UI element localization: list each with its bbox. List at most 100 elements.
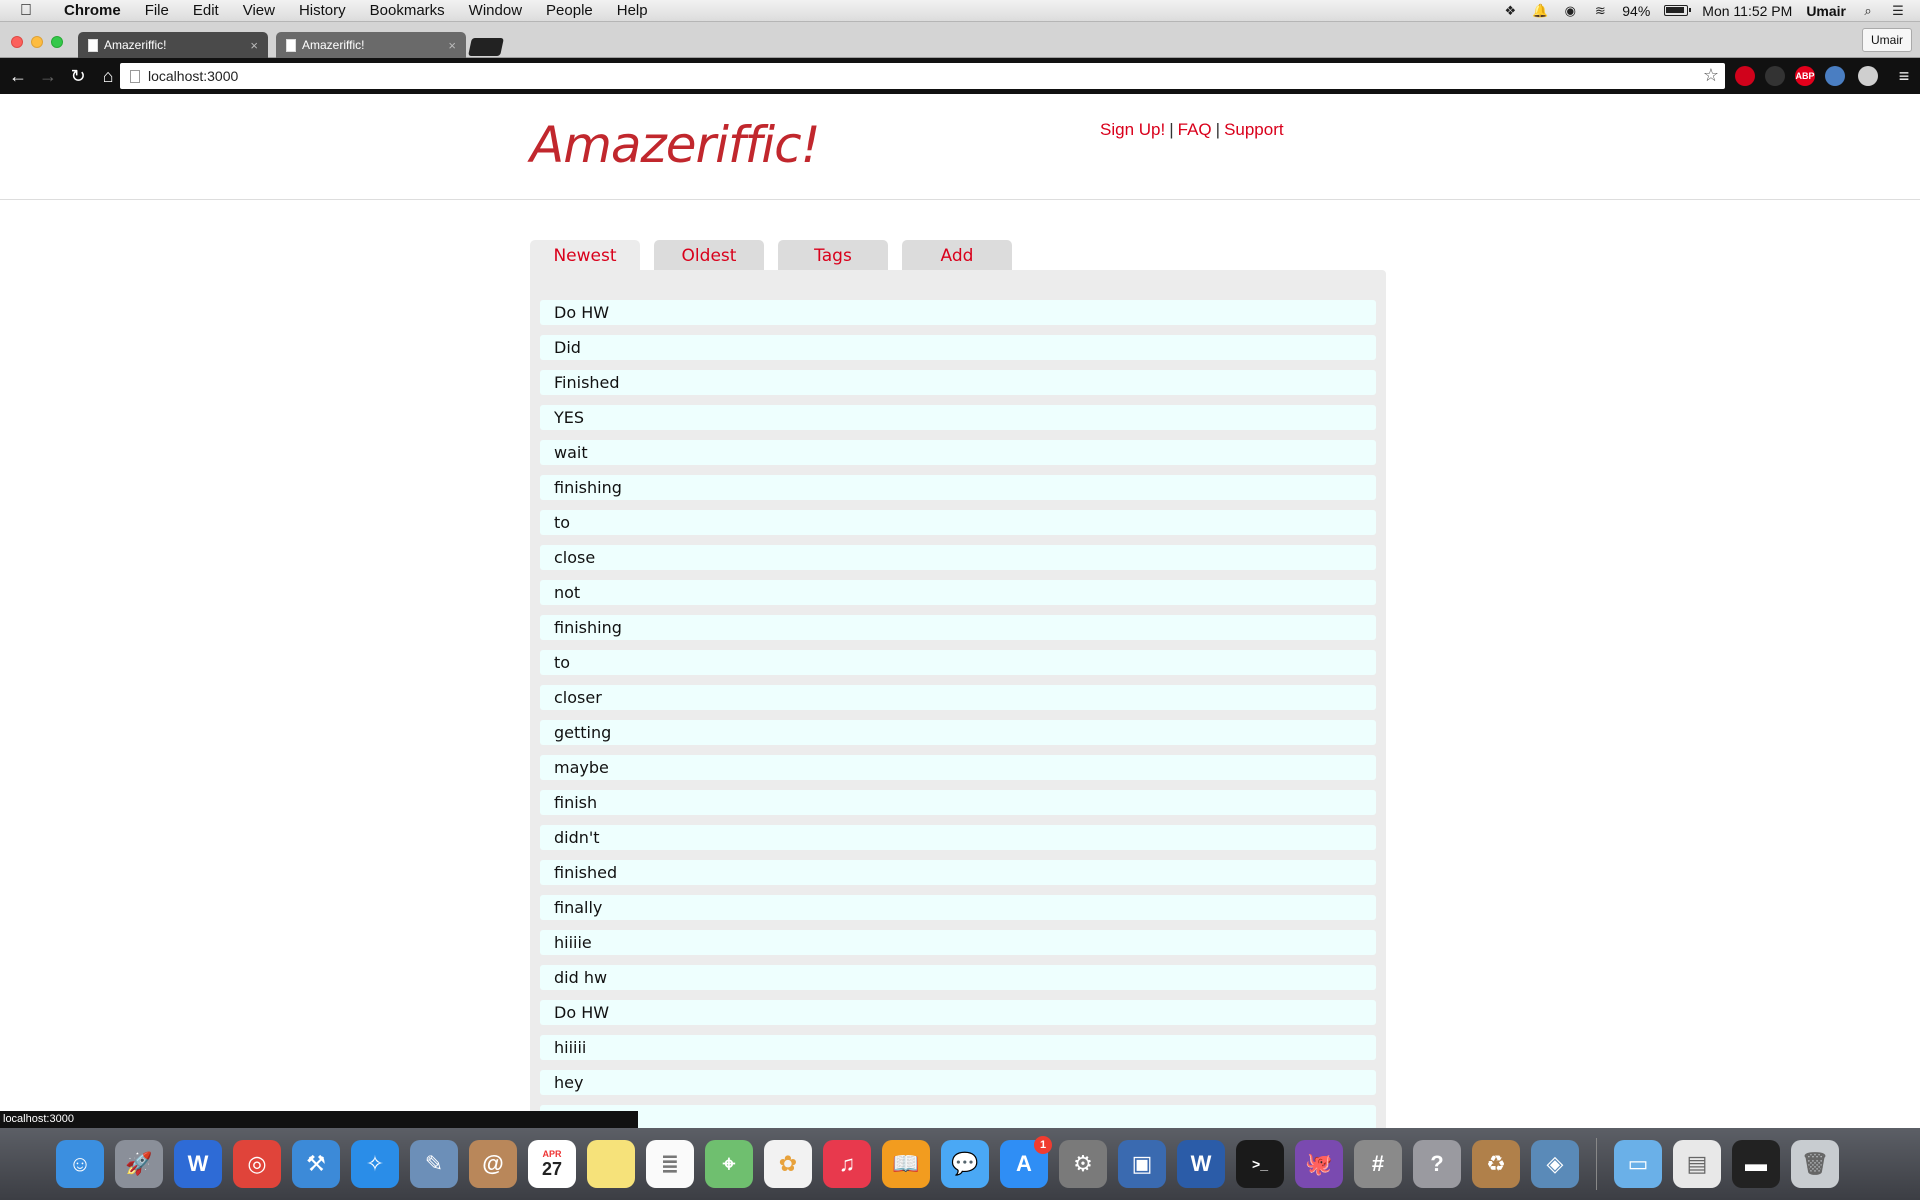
reminders-icon[interactable]: ≣ [646,1140,694,1188]
signup-link[interactable]: Sign Up! [1100,120,1165,139]
calendar-month: APR [542,1148,562,1159]
bookmark-star-icon[interactable]: ☆ [1703,65,1719,86]
list-item: not [540,580,1376,605]
launchpad-icon[interactable]: 🚀 [115,1140,163,1188]
tab-oldest[interactable]: Oldest [654,240,764,270]
abp-icon[interactable]: ABP [1795,66,1815,86]
preview-icon[interactable]: ✎ [410,1140,458,1188]
notification-center-icon[interactable]: ☰ [1890,3,1906,18]
forward-arrow-icon[interactable]: → [36,64,60,88]
tab-tags[interactable]: Tags [778,240,888,270]
safari-icon[interactable]: ✧ [351,1140,399,1188]
support-link[interactable]: Support [1224,120,1284,139]
new-tab-button[interactable] [468,38,504,56]
spotlight-search-icon[interactable]: ⌕ [1860,3,1876,18]
menu-edit[interactable]: Edit [181,2,231,19]
dropbox-icon[interactable]: ❖ [1502,3,1518,18]
tab-newest[interactable]: Newest [530,240,640,270]
adblock-icon[interactable] [1735,66,1755,86]
menu-file[interactable]: File [133,2,181,19]
flash-icon[interactable] [1765,66,1785,86]
list-item: closer [540,685,1376,710]
virtualbox-icon[interactable]: ▣ [1118,1140,1166,1188]
list-item: Do HW [540,300,1376,325]
home-icon[interactable]: ⌂ [96,64,120,88]
site-logo: Amazeriffic! [530,116,821,174]
reload-icon[interactable]: ↻ [66,64,90,88]
evernote-icon[interactable] [1858,66,1878,86]
address-bar[interactable]: localhost:3000 ☆ [120,63,1725,89]
contacts-icon[interactable]: @ [469,1140,517,1188]
help-icon[interactable]: ? [1413,1140,1461,1188]
app-store-icon[interactable]: A1 [1000,1136,1052,1188]
zoom-window-button[interactable] [51,36,63,48]
tab-add[interactable]: Add [902,240,1012,270]
calculator-icon[interactable]: # [1354,1140,1402,1188]
faq-link[interactable]: FAQ [1178,120,1212,139]
word-icon[interactable]: W [1177,1140,1225,1188]
documents-icon[interactable]: ▤ [1673,1140,1721,1188]
menu-view[interactable]: View [231,2,287,19]
dock: ☺ 🚀 W ◎ ⚒ ✧ ✎ @ APR 27 ≣ ⌖ ✿ ♫ 📖 💬 A1 ⚙ … [0,1128,1920,1200]
wunderlist-icon[interactable]: W [174,1140,222,1188]
menu-chrome[interactable]: Chrome [52,2,133,19]
photos-icon[interactable]: ✿ [764,1140,812,1188]
minimize-window-button[interactable] [31,36,43,48]
url-text[interactable]: localhost:3000 [148,68,238,84]
menu-help[interactable]: Help [605,2,660,19]
list-item: hey [540,1070,1376,1095]
chrome-menu-icon[interactable]: ≡ [1892,64,1916,88]
close-window-button[interactable] [11,36,23,48]
browser-tab[interactable]: Amazeriffic! × [276,32,466,58]
close-tab-icon[interactable]: × [250,38,258,53]
notification-bell-icon[interactable]: 🔔 [1532,3,1548,18]
xcode-icon[interactable]: ⚒ [292,1140,340,1188]
link-separator: | [1169,120,1174,139]
site-header: Amazeriffic! Sign Up! | FAQ | Support [0,94,1920,200]
page-icon [286,38,296,52]
messages-icon[interactable]: 💬 [941,1140,989,1188]
back-arrow-icon[interactable]: ← [6,64,30,88]
page-icon [88,38,98,52]
profile-button[interactable]: Umair [1862,28,1912,52]
list-item: YES [540,405,1376,430]
downloads-folder-icon[interactable]: ▭ [1614,1140,1662,1188]
user-menu[interactable]: Umair [1806,3,1846,19]
tab-strip: Amazeriffic! × Amazeriffic! × Umair [0,22,1920,58]
calendar-icon[interactable]: APR 27 [528,1140,576,1188]
list-item: hiiiii [540,1035,1376,1060]
browser-tab-active[interactable]: Amazeriffic! × [78,32,268,58]
wifi-icon[interactable]: ≋ [1592,3,1608,18]
notes-icon[interactable] [587,1140,635,1188]
menu-history[interactable]: History [287,2,358,19]
list-item: finally [540,895,1376,920]
menu-people[interactable]: People [534,2,605,19]
list-item: to [540,510,1376,535]
globe-icon[interactable] [1825,66,1845,86]
battery-icon[interactable] [1664,5,1692,16]
system-preferences-icon[interactable]: ⚙ [1059,1140,1107,1188]
page-info-icon[interactable] [130,69,140,83]
dock-divider [1596,1138,1597,1190]
clock[interactable]: Mon 11:52 PM [1702,3,1792,19]
apple-menu-icon[interactable]:  [0,2,52,20]
list-item: wait [540,440,1376,465]
sync-icon[interactable]: ◉ [1562,3,1578,18]
ibooks-icon[interactable]: 📖 [882,1140,930,1188]
menu-window[interactable]: Window [457,2,534,19]
terminal-icon[interactable]: >_ [1236,1140,1284,1188]
close-tab-icon[interactable]: × [448,38,456,53]
list-item: getting [540,720,1376,745]
itunes-icon[interactable]: ♫ [823,1140,871,1188]
menu-bookmarks[interactable]: Bookmarks [358,2,457,19]
app-store-badge: 1 [1034,1136,1052,1154]
maps-icon[interactable]: ⌖ [705,1140,753,1188]
chrome-icon[interactable]: ◎ [233,1140,281,1188]
github-icon[interactable]: 🐙 [1295,1140,1343,1188]
list-item: finished [540,860,1376,885]
archive-utility-icon[interactable]: ♻ [1472,1140,1520,1188]
trash-icon[interactable]: 🗑 [1791,1140,1839,1188]
recent-window-icon[interactable]: ▬ [1732,1140,1780,1188]
finder-icon[interactable]: ☺ [56,1140,104,1188]
photo-browser-icon[interactable]: ◈ [1531,1140,1579,1188]
